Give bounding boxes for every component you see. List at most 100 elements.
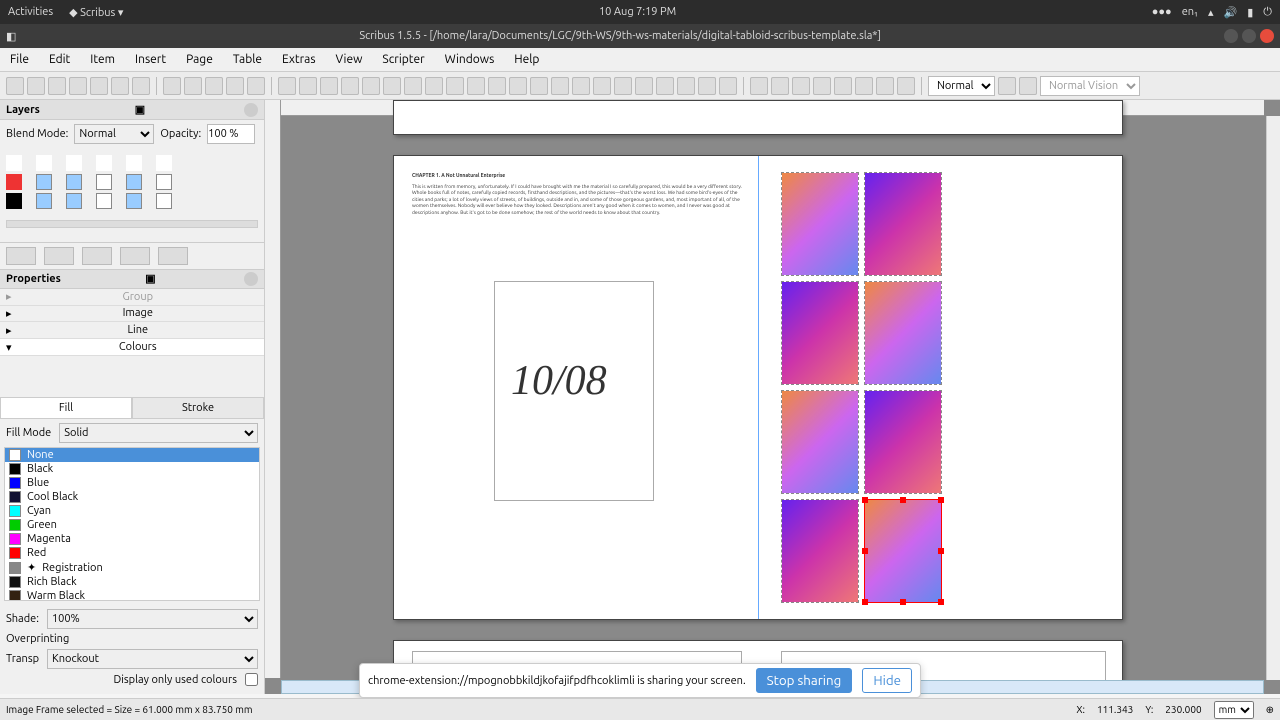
image-frame[interactable]	[864, 390, 942, 494]
tool-eyedropper[interactable]	[719, 77, 737, 95]
tool-pdf-radio[interactable]	[771, 77, 789, 95]
menu-edit[interactable]: Edit	[39, 53, 80, 66]
section-colours[interactable]: ▾Colours	[0, 339, 264, 356]
menu-item[interactable]: Item	[80, 53, 125, 66]
resize-handle[interactable]	[938, 548, 944, 554]
shade-select[interactable]: 100%	[47, 609, 258, 629]
resize-handle[interactable]	[900, 599, 906, 605]
tool-pdf-link[interactable]	[897, 77, 915, 95]
image-frame[interactable]	[781, 390, 859, 494]
tool-cms[interactable]	[1019, 77, 1037, 95]
layer-print-check[interactable]	[66, 193, 82, 209]
tool-pdf-list[interactable]	[855, 77, 873, 95]
image-frame[interactable]	[781, 499, 859, 603]
menu-page[interactable]: Page	[176, 53, 223, 66]
properties-shade-icon[interactable]: ▣	[145, 272, 155, 285]
menu-table[interactable]: Table	[223, 53, 272, 66]
menu-view[interactable]: View	[326, 53, 373, 66]
tool-copy-props[interactable]	[698, 77, 716, 95]
tool-copy[interactable]	[226, 77, 244, 95]
layer-up-button[interactable]	[120, 247, 150, 265]
tool-edit-text[interactable]	[614, 77, 632, 95]
tool-spiral[interactable]	[446, 77, 464, 95]
opacity-input[interactable]	[207, 124, 255, 144]
layer-visible-check[interactable]	[36, 174, 52, 190]
layer-remove-button[interactable]	[44, 247, 74, 265]
blend-mode-select[interactable]: Normal	[74, 124, 154, 144]
color-item[interactable]: Green	[5, 518, 259, 532]
battery-icon[interactable]: ▮	[1247, 6, 1253, 19]
app-menu[interactable]: ◆ Scribus ▾	[69, 6, 123, 19]
color-item-none[interactable]: None	[5, 448, 259, 462]
canvas-v-scrollbar[interactable]	[1266, 116, 1280, 680]
layer-flow-check[interactable]	[126, 193, 142, 209]
color-item[interactable]: Blue	[5, 476, 259, 490]
image-frame[interactable]	[781, 172, 859, 276]
layer-dup-button[interactable]	[82, 247, 112, 265]
layers-close-icon[interactable]	[244, 103, 258, 117]
menu-extras[interactable]: Extras	[272, 53, 326, 66]
canvas[interactable]: CHAPTER 1. A Not Unnatural Enterprise Th…	[265, 100, 1280, 694]
tool-rotate[interactable]	[551, 77, 569, 95]
tool-zoom[interactable]	[572, 77, 590, 95]
layer-outline-check[interactable]	[156, 193, 172, 209]
fill-mode-select[interactable]: Solid	[59, 423, 258, 443]
menu-windows[interactable]: Windows	[435, 53, 505, 66]
layer-color-swatch[interactable]	[6, 193, 22, 209]
layer-visible-check[interactable]	[36, 193, 52, 209]
layer-lock-check[interactable]	[96, 174, 112, 190]
tool-undo[interactable]	[163, 77, 181, 95]
tool-polygon[interactable]	[425, 77, 443, 95]
tool-measure[interactable]	[677, 77, 695, 95]
color-item[interactable]: Red	[5, 546, 259, 560]
layer-add-button[interactable]	[6, 247, 36, 265]
tool-redo[interactable]	[184, 77, 202, 95]
page-spread[interactable]: CHAPTER 1. A Not Unnatural Enterprise Th…	[393, 155, 1123, 620]
tool-preflight[interactable]	[111, 77, 129, 95]
tool-pdf-annot[interactable]	[876, 77, 894, 95]
display-only-used-check[interactable]	[245, 673, 258, 686]
close-button[interactable]	[1260, 29, 1274, 43]
resize-handle[interactable]	[938, 497, 944, 503]
tool-pdf-button[interactable]	[750, 77, 768, 95]
tool-edit-contents[interactable]	[593, 77, 611, 95]
properties-close-icon[interactable]	[244, 272, 258, 286]
tool-preview-eye[interactable]	[998, 77, 1016, 95]
menu-help[interactable]: Help	[504, 53, 549, 66]
layer-row[interactable]	[6, 193, 258, 209]
resize-handle[interactable]	[862, 497, 868, 503]
layer-outline-check[interactable]	[156, 174, 172, 190]
tool-pdf-combo[interactable]	[834, 77, 852, 95]
section-line[interactable]: ▸Line	[0, 322, 264, 339]
layer-lock-check[interactable]	[96, 193, 112, 209]
layer-scrollbar[interactable]	[6, 220, 258, 228]
section-image[interactable]: ▸Image	[0, 306, 264, 323]
power-icon[interactable]: ⏻	[1263, 6, 1272, 19]
color-list[interactable]: None Black Blue Cool Black Cyan Green Ma…	[4, 447, 260, 601]
tool-render-frame[interactable]	[341, 77, 359, 95]
page-prev[interactable]	[393, 100, 1123, 135]
menu-file[interactable]: File	[0, 53, 39, 66]
tool-save[interactable]	[48, 77, 66, 95]
tool-table[interactable]	[362, 77, 380, 95]
resize-handle[interactable]	[862, 599, 868, 605]
image-frame[interactable]	[864, 281, 942, 385]
tool-open[interactable]	[27, 77, 45, 95]
tab-fill[interactable]: Fill	[0, 397, 132, 419]
color-item[interactable]: Black	[5, 462, 259, 476]
layer-flow-check[interactable]	[126, 174, 142, 190]
color-item[interactable]: Magenta	[5, 532, 259, 546]
tool-unlink-frames[interactable]	[656, 77, 674, 95]
layer-color-swatch[interactable]	[6, 174, 22, 190]
tool-freehand[interactable]	[509, 77, 527, 95]
tool-line[interactable]	[467, 77, 485, 95]
tool-pdf-text[interactable]	[792, 77, 810, 95]
volume-icon[interactable]: 🔊	[1224, 6, 1238, 19]
overprint-select[interactable]: Knockout	[47, 649, 258, 669]
tool-cut[interactable]	[205, 77, 223, 95]
network-icon[interactable]: ▴	[1208, 6, 1214, 19]
tool-close-doc[interactable]	[69, 77, 87, 95]
tool-new[interactable]	[6, 77, 24, 95]
ruler-vertical[interactable]	[265, 100, 281, 678]
activities-button[interactable]: Activities	[8, 6, 53, 19]
